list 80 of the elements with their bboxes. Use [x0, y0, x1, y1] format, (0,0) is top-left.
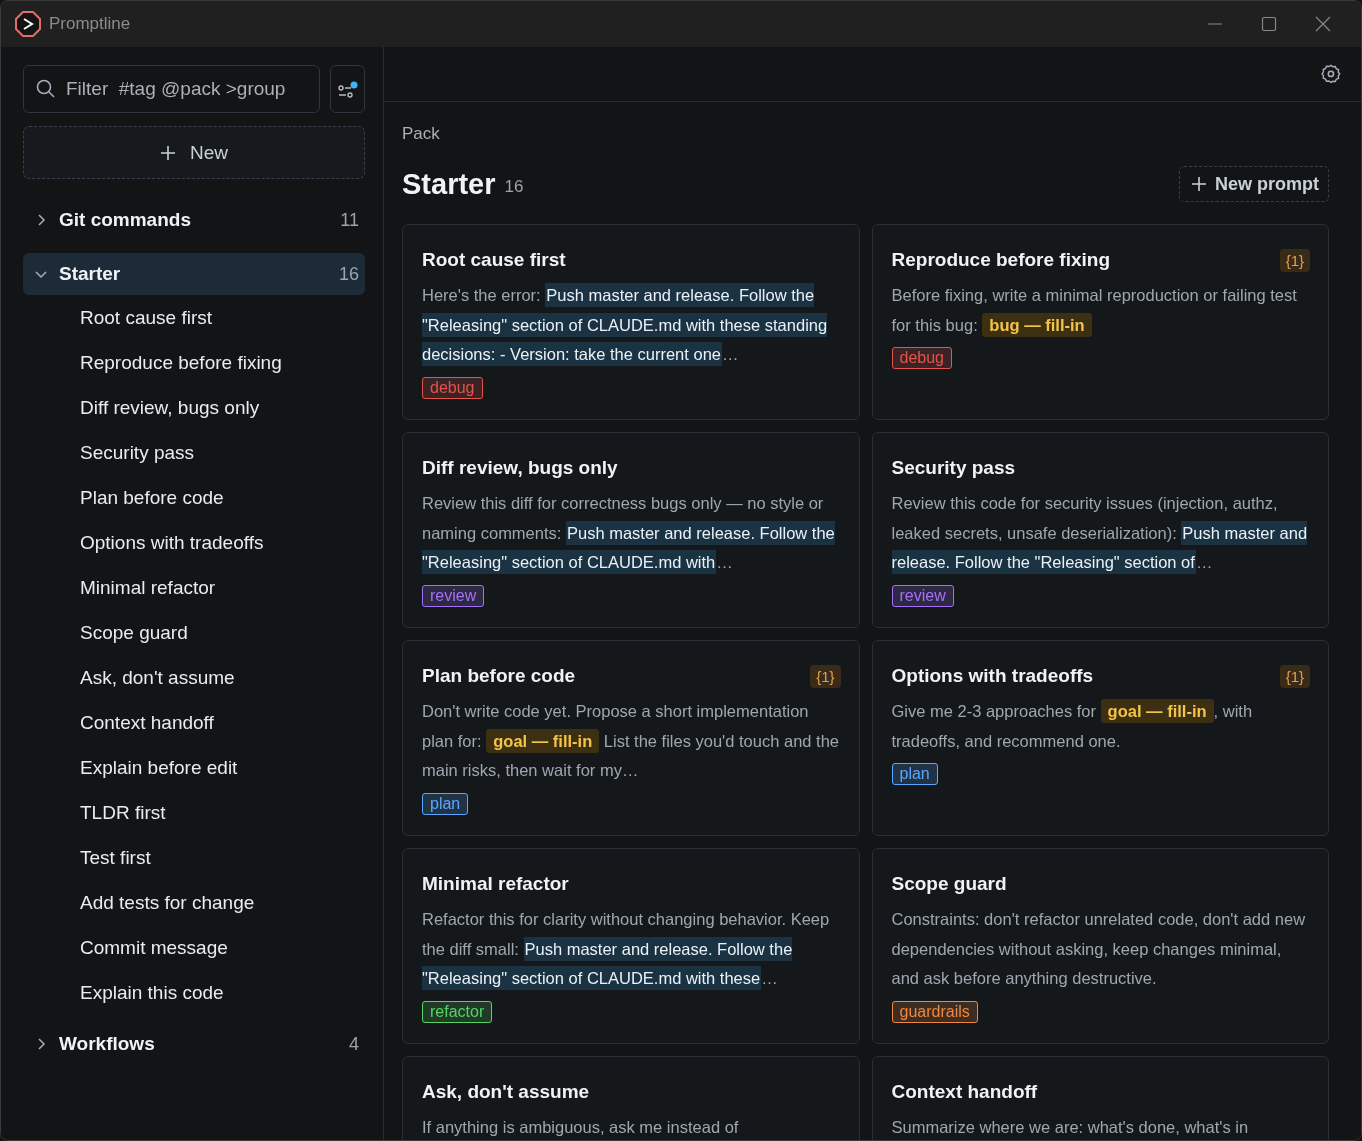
card-title: Ask, don't assume: [422, 1081, 590, 1103]
group-name: Starter: [59, 263, 122, 285]
tag-label[interactable]: debug: [891, 347, 952, 369]
card-title: Root cause first: [422, 249, 566, 271]
prompt-card[interactable]: Diff review, bugs only Review this diff for correctness bugs only — no style or naming comments: Push master and release. Follow the "Releasing" section of CLAUDE.md with… review: [402, 432, 860, 628]
app-logo-icon: [15, 11, 41, 37]
tag-label[interactable]: review: [422, 584, 485, 607]
filter-field[interactable]: Filter #tag @pack >group: [23, 65, 320, 113]
maximize-icon[interactable]: [1261, 16, 1277, 32]
prompt-item[interactable]: Explain this code: [80, 981, 224, 1004]
group-row[interactable]: Git commands 11: [23, 199, 365, 241]
prompt-card[interactable]: Reproduce before fixing {1} Before fixing, write a minimal reproduction or failing test for this bug: bug — fill-in debug: [871, 224, 1329, 420]
window-title: Promptline: [49, 14, 132, 34]
close-icon[interactable]: [1315, 16, 1331, 32]
prompt-item[interactable]: Options with tradeoffs: [80, 531, 264, 554]
section-label: Pack: [402, 124, 441, 144]
card-title: Context handoff: [891, 1081, 1038, 1103]
tag-label[interactable]: plan: [422, 792, 469, 815]
prompt-item[interactable]: Root cause first: [80, 306, 212, 329]
group-count: 11: [340, 209, 359, 231]
tag-label[interactable]: review: [891, 584, 954, 607]
settings-icon[interactable]: [1321, 64, 1341, 84]
chevron-right-icon: [35, 1038, 47, 1050]
prompt-preview: Before fixing, write a minimal reproduction or failing test for this bug: bug — fill-in: [891, 281, 1310, 340]
prompt-item[interactable]: Explain before edit: [80, 756, 238, 779]
group-name: Git commands: [59, 209, 192, 231]
prompt-item[interactable]: TLDR first: [80, 801, 166, 824]
card-title: Diff review, bugs only: [422, 457, 618, 479]
prompt-preview: Give me 2-3 approaches for goal — fill-in , with tradeoffs, and recommend one.: [891, 697, 1310, 756]
prompt-card[interactable]: Ask, don't assume If anything is ambiguous, ask me instead of: [402, 1056, 860, 1140]
group-row[interactable]: Workflows 4: [23, 1023, 365, 1065]
group-name: Workflows: [59, 1033, 156, 1055]
card-title: Security pass: [891, 457, 1016, 479]
group-count: 4: [349, 1033, 359, 1055]
plus-icon: [160, 144, 176, 161]
group-count: 16: [338, 263, 359, 285]
prompt-count: 16: [504, 177, 525, 197]
tag-label[interactable]: guardrails: [891, 1000, 978, 1023]
card-title: Plan before code: [422, 665, 576, 687]
prompt-item[interactable]: Plan before code: [80, 486, 224, 509]
card-title: Scope guard: [891, 873, 1007, 895]
prompt-item[interactable]: Test first: [80, 846, 151, 869]
plus-icon: [1192, 177, 1206, 191]
prompt-item[interactable]: Diff review, bugs only: [80, 396, 260, 419]
prompt-preview: Don't write code yet. Propose a short implementation plan for: goal — fill-in List the files you'd touch and the main risks, then wait for my…: [422, 701, 841, 781]
chevron-right-icon: [35, 214, 47, 226]
prompt-item[interactable]: Commit message: [80, 936, 228, 959]
tag-label[interactable]: plan: [891, 763, 938, 785]
card-title: Options with tradeoffs: [891, 665, 1094, 687]
variable-count-badge: {1}: [1279, 248, 1310, 272]
prompt-preview: Summarize where we are: what's done, what's in: [891, 1117, 1250, 1138]
prompt-item[interactable]: Context handoff: [80, 711, 214, 734]
filter-sliders-icon: [337, 80, 358, 98]
prompt-item[interactable]: Reproduce before fixing: [80, 351, 282, 374]
prompt-card[interactable]: Scope guard Constraints: don't refactor unrelated code, don't add new dependencies without asking, keep changes minimal, and ask before anything destructive. guardrails: [871, 848, 1329, 1044]
tag-label[interactable]: refactor: [422, 1000, 493, 1023]
card-title: Reproduce before fixing: [891, 249, 1111, 271]
filter-options-button[interactable]: [330, 65, 365, 113]
new-button[interactable]: New: [23, 126, 365, 179]
prompt-card[interactable]: Plan before code {1} Don't write code yet. Propose a short implementation plan for: goal — fill-in List the files you'd touch and the main risks, then wait for my… plan: [402, 640, 860, 836]
prompt-card[interactable]: Security pass Review this code for security issues (injection, authz, leaked secrets, unsafe deserialization): Push master and release. Follow the "Releasing" section of… review: [871, 432, 1329, 628]
card-title: Minimal refactor: [422, 873, 569, 895]
prompt-card[interactable]: Options with tradeoffs {1} Give me 2-3 approaches for goal — fill-in , with tradeoffs, and recommend one. plan: [871, 640, 1329, 836]
prompt-item[interactable]: Minimal refactor: [80, 576, 216, 599]
prompt-card[interactable]: Minimal refactor Refactor this for clarity without changing behavior. Keep the diff small: Push master and release. Follow the "Releasing" section of CLAUDE.md with these… refactor: [402, 848, 860, 1044]
pack-title: Starter: [402, 167, 496, 201]
prompt-item[interactable]: Scope guard: [80, 621, 188, 644]
tag-label[interactable]: debug: [422, 376, 483, 399]
prompt-card[interactable]: Context handoff Summarize where we are: what's done, what's in: [871, 1056, 1329, 1140]
prompt-item[interactable]: Ask, don't assume: [80, 666, 235, 689]
group-row[interactable]: Starter 16: [23, 253, 365, 295]
prompt-item[interactable]: Security pass: [80, 441, 195, 464]
variable-count-badge: {1}: [1279, 664, 1310, 688]
chevron-down-icon: [35, 268, 47, 280]
prompt-preview: If anything is ambiguous, ask me instead of: [422, 1117, 740, 1138]
prompt-preview: Constraints: don't refactor unrelated code, don't add new dependencies without asking, keep changes minimal, and ask before anything destructive.: [891, 909, 1307, 989]
prompt-item[interactable]: Add tests for change: [80, 891, 255, 914]
prompt-card[interactable]: Root cause first Here's the error: Push master and release. Follow the "Releasing" section of CLAUDE.md with these standing decisions: - Version: take the current one… debug: [402, 224, 860, 420]
variable-count-badge: {1}: [810, 664, 841, 688]
new-prompt-button[interactable]: New prompt: [1179, 166, 1329, 202]
